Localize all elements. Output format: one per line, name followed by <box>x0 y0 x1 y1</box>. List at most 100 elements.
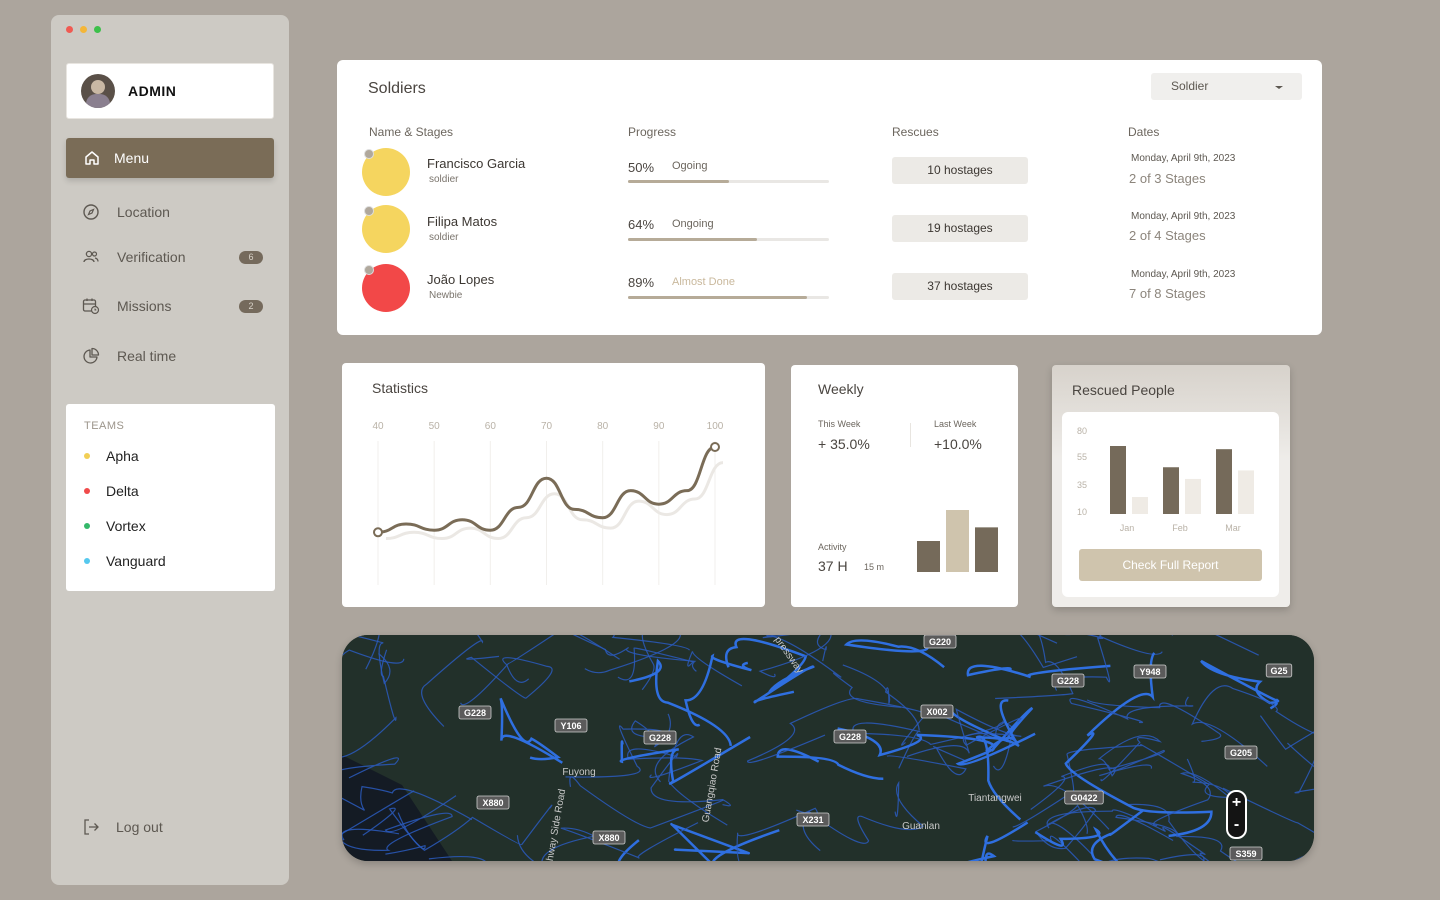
sidebar-item-verification[interactable]: Verification 6 <box>82 245 263 269</box>
y-tick-label: 55 <box>1077 452 1087 462</box>
soldiers-title: Soldiers <box>368 80 426 97</box>
team-name: Vortex <box>106 518 146 534</box>
map-label: X002 <box>926 707 947 717</box>
column-header-rescues: Rescues <box>892 125 939 139</box>
avatar <box>81 74 115 108</box>
y-tick-label: 80 <box>1077 426 1087 436</box>
menu-button[interactable]: Menu <box>66 138 274 178</box>
x-tick-label: 100 <box>707 421 724 432</box>
column-header-name: Name & Stages <box>369 125 454 139</box>
progress-percent: 89% <box>628 275 655 290</box>
progress-status: Ongoing <box>672 218 714 230</box>
progress-bar <box>628 238 829 241</box>
rescued-title: Rescued People <box>1072 382 1175 398</box>
map-view[interactable]: G228 Y106 G228 Fuyong X880 X880 G220 X002 G228 G2… <box>342 635 1314 861</box>
rescued-bar-chart: 80 55 35 10 Jan Feb Mar <box>1077 426 1254 533</box>
weekly-panel: Weekly This Week + 35.0% Last Week +10.0… <box>791 365 1018 607</box>
verification-count-badge: 6 <box>239 250 263 264</box>
progress-bar <box>628 180 829 183</box>
x-tick-label: Jan <box>1120 523 1135 533</box>
soldier-avatar <box>362 148 410 196</box>
pie-chart-icon <box>83 347 100 364</box>
weekly-bar <box>946 510 969 572</box>
line-end-point <box>710 442 720 452</box>
team-item-vanguard[interactable]: Vanguard <box>84 553 166 569</box>
map-label: Y106 <box>560 721 581 731</box>
team-color-dot <box>84 453 90 459</box>
sidebar-item-label: Verification <box>117 249 186 265</box>
weekly-bar-chart <box>917 510 998 572</box>
team-item-apha[interactable]: Apha <box>84 448 139 464</box>
soldier-name: João Lopes <box>427 272 495 287</box>
team-item-vortex[interactable]: Vortex <box>84 518 146 534</box>
soldier-filter-dropdown[interactable]: Soldier <box>1151 73 1302 100</box>
soldier-avatar <box>362 264 410 312</box>
zoom-out-button[interactable]: - <box>1228 814 1245 836</box>
soldier-avatar <box>362 205 410 253</box>
rescued-bar <box>1185 478 1201 514</box>
map-label: Tiantangwei <box>968 793 1022 804</box>
progress-fill <box>628 296 807 299</box>
maximize-window-button[interactable] <box>94 26 101 33</box>
menu-label: Menu <box>114 150 150 166</box>
sidebar-item-missions[interactable]: Missions 2 <box>82 294 263 318</box>
close-window-button[interactable] <box>66 26 73 33</box>
minimize-window-button[interactable] <box>80 26 87 33</box>
progress-bar <box>628 296 829 299</box>
map-label: G228 <box>649 733 671 743</box>
rank-badge <box>364 265 374 275</box>
x-tick-label: 90 <box>653 421 665 432</box>
road-network: G228 Y106 G228 Fuyong X880 X880 G220 X002 G228 G2… <box>342 635 1314 861</box>
date-text: Monday, April 9th, 2023 <box>1131 153 1236 164</box>
rank-badge <box>364 206 374 216</box>
map-label: S359 <box>1235 849 1256 859</box>
zoom-in-button[interactable]: + <box>1228 792 1245 814</box>
sidebar-item-label: Missions <box>117 298 172 314</box>
rescues-chip: 19 hostages <box>892 215 1028 242</box>
map-label: X880 <box>598 833 619 843</box>
stage-text: 2 of 3 Stages <box>1129 171 1206 186</box>
team-color-dot <box>84 558 90 564</box>
soldier-role: soldier <box>429 174 459 185</box>
date-text: Monday, April 9th, 2023 <box>1131 211 1236 222</box>
team-name: Delta <box>106 483 139 499</box>
line-start-point <box>373 527 383 538</box>
sidebar-item-location[interactable]: Location <box>82 200 263 224</box>
sidebar-item-real-time[interactable]: Real time <box>82 344 263 368</box>
rescued-bar <box>1163 467 1179 514</box>
team-name: Apha <box>106 448 139 464</box>
rescues-chip: 37 hostages <box>892 273 1028 300</box>
weekly-bar <box>917 541 940 572</box>
map-label: G228 <box>839 732 861 742</box>
map-label: G228 <box>464 708 486 718</box>
statistics-panel: Statistics 40 50 60 70 80 90 100 <box>342 363 765 607</box>
profile-card[interactable]: ADMIN <box>66 63 274 119</box>
logout-button[interactable]: Log out <box>82 818 163 836</box>
map-label: Y948 <box>1139 667 1160 677</box>
soldiers-panel: Soldiers Soldier Name & Stages Progress … <box>337 60 1322 335</box>
rescued-chart-card: 80 55 35 10 Jan Feb Mar Check Full Report <box>1062 412 1279 597</box>
progress-fill <box>628 180 729 183</box>
team-item-delta[interactable]: Delta <box>84 483 139 499</box>
team-color-dot <box>84 523 90 529</box>
progress-status: Ogoing <box>672 160 708 172</box>
dropdown-value: Soldier <box>1171 79 1209 93</box>
x-tick-label: Feb <box>1172 523 1188 533</box>
statistics-line-chart: 40 50 60 70 80 90 100 <box>372 421 724 585</box>
progress-fill <box>628 238 757 241</box>
missions-count-badge: 2 <box>239 299 263 313</box>
stage-text: 7 of 8 Stages <box>1129 286 1206 301</box>
rescued-people-panel: Rescued People 80 55 35 10 Jan Feb Mar Check F… <box>1052 365 1290 607</box>
rank-badge <box>364 149 374 159</box>
progress-percent: 64% <box>628 217 655 232</box>
soldier-role: Newbie <box>429 290 463 301</box>
sidebar: ADMIN Menu Location Verification 6 Missi… <box>51 15 289 885</box>
sidebar-item-label: Location <box>117 204 170 220</box>
team-name: Vanguard <box>106 553 166 569</box>
series-line-secondary <box>385 461 724 541</box>
stage-text: 2 of 4 Stages <box>1129 228 1206 243</box>
check-full-report-button[interactable]: Check Full Report <box>1079 549 1262 581</box>
map-label: G25 <box>1270 666 1287 676</box>
rescued-bar <box>1110 446 1126 514</box>
x-tick-label: 40 <box>372 421 384 432</box>
